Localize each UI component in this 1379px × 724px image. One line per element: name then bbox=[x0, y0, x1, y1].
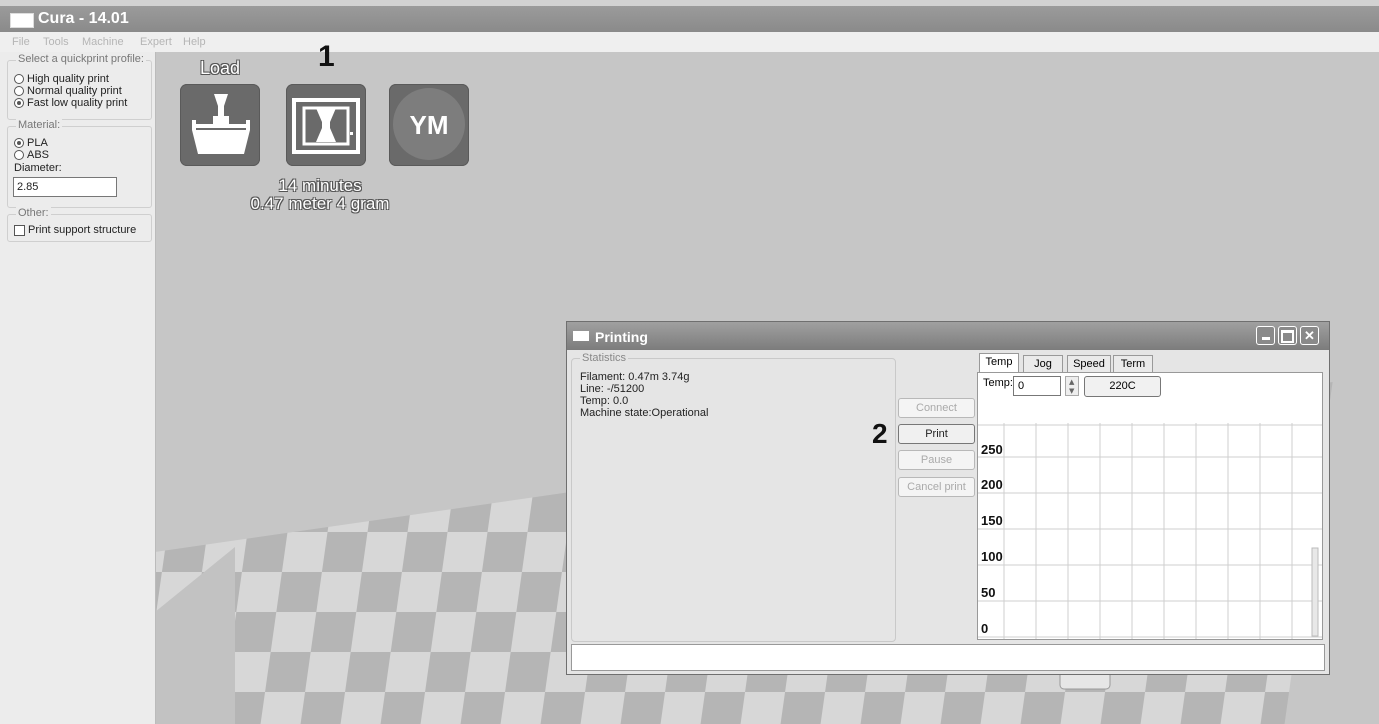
graph-label-50: 50 bbox=[981, 585, 996, 600]
minimize-button[interactable] bbox=[1256, 326, 1275, 345]
other-group-title: Other: bbox=[16, 207, 51, 219]
ym-button[interactable]: YM bbox=[389, 84, 469, 166]
other-group: Other: Print support structure bbox=[7, 207, 152, 242]
radio-label: Fast low quality print bbox=[27, 97, 128, 109]
radio-label: Normal quality print bbox=[27, 85, 122, 97]
dialog-title: Printing bbox=[595, 329, 648, 345]
statistics-panel: Statistics Filament: 0.47m 3.74g Line: -… bbox=[571, 352, 896, 642]
dialog-icon bbox=[573, 331, 589, 341]
close-button[interactable]: ✕ bbox=[1300, 326, 1319, 345]
profile-group-title: Select a quickprint profile: bbox=[16, 53, 146, 65]
radio-button[interactable] bbox=[14, 86, 24, 96]
graph-label-250: 250 bbox=[981, 442, 1003, 457]
menu-machine[interactable]: Machine bbox=[82, 36, 124, 48]
close-icon: ✕ bbox=[1304, 328, 1315, 343]
print-nozzle-icon bbox=[292, 98, 360, 154]
radio-label: PLA bbox=[27, 137, 48, 149]
window-titlebar: Cura - 14.01 bbox=[0, 6, 1379, 32]
cancel-print-button[interactable]: Cancel print bbox=[898, 477, 975, 497]
tab-term[interactable]: Term bbox=[1113, 355, 1153, 373]
stat-temp: Temp: 0.0 bbox=[580, 395, 629, 407]
temperature-graph bbox=[978, 423, 1322, 639]
load-folder-icon bbox=[192, 94, 250, 154]
radio-pla[interactable]: PLA bbox=[14, 137, 48, 149]
maximize-icon bbox=[1281, 330, 1294, 343]
stat-filament: Filament: 0.47m 3.74g bbox=[580, 371, 690, 383]
radio-fast-low-quality[interactable]: Fast low quality print bbox=[14, 97, 127, 109]
menu-expert[interactable]: Expert bbox=[140, 36, 172, 48]
load-button[interactable] bbox=[180, 84, 260, 166]
window-title: Cura - 14.01 bbox=[38, 10, 129, 27]
spin-down-icon[interactable]: ▼ bbox=[1069, 387, 1074, 395]
status-field bbox=[571, 644, 1325, 671]
material-group: Material: PLA ABS Diameter: 2.85 bbox=[7, 119, 152, 208]
temp-preset-220c-button[interactable]: 220C bbox=[1084, 376, 1161, 397]
connect-button[interactable]: Connect bbox=[898, 398, 975, 418]
statistics-title: Statistics bbox=[580, 352, 629, 364]
spin-up-icon[interactable]: ▲ bbox=[1069, 378, 1074, 386]
menu-bar: File Tools Machine Expert Help bbox=[0, 32, 1379, 52]
print-time-text: 14 minutes bbox=[278, 176, 362, 195]
graph-label-200: 200 bbox=[981, 477, 1003, 492]
radio-button[interactable] bbox=[14, 98, 24, 108]
stat-line: Line: -/51200 bbox=[580, 383, 645, 395]
dialog-titlebar: Printing ✕ bbox=[567, 322, 1329, 350]
menu-tools[interactable]: Tools bbox=[43, 36, 69, 48]
support-label: Print support structure bbox=[28, 224, 137, 236]
printing-dialog: Printing ✕ Statistics Filament: 0.47m 3.… bbox=[566, 321, 1330, 675]
diameter-input[interactable]: 2.85 bbox=[13, 177, 117, 197]
menu-file[interactable]: File bbox=[12, 36, 30, 48]
graph-label-100: 100 bbox=[981, 549, 1003, 564]
radio-button[interactable] bbox=[14, 138, 24, 148]
graph-label-0: 0 bbox=[981, 621, 989, 636]
material-group-title: Material: bbox=[16, 119, 63, 131]
tab-jog[interactable]: Jog bbox=[1023, 355, 1063, 373]
radio-button[interactable] bbox=[14, 74, 24, 84]
temp-input[interactable]: 0 bbox=[1013, 376, 1061, 396]
print-file-button[interactable] bbox=[286, 84, 366, 166]
tab-speed[interactable]: Speed bbox=[1067, 355, 1111, 373]
load-label: Load bbox=[199, 58, 241, 78]
maximize-button[interactable] bbox=[1278, 326, 1297, 345]
annotation-1: 1 bbox=[318, 40, 335, 73]
pause-button[interactable]: Pause bbox=[898, 450, 975, 470]
radio-normal-quality[interactable]: Normal quality print bbox=[14, 85, 122, 97]
graph-scrollbar[interactable] bbox=[1311, 547, 1319, 637]
stat-machine-state: Machine state:Operational bbox=[580, 407, 709, 419]
print-material-text: 0.47 meter 4 gram bbox=[250, 194, 390, 213]
graph-label-150: 150 bbox=[981, 513, 1003, 528]
ym-label: YM bbox=[409, 110, 449, 140]
radio-high-quality[interactable]: High quality print bbox=[14, 73, 109, 85]
radio-label: ABS bbox=[27, 149, 50, 161]
temp-spinner[interactable]: ▲ ▼ bbox=[1065, 376, 1079, 396]
tab-temp[interactable]: Temp bbox=[979, 353, 1019, 373]
app-icon bbox=[10, 13, 34, 28]
support-structure-option[interactable]: Print support structure bbox=[14, 224, 136, 236]
annotation-2: 2 bbox=[872, 418, 888, 449]
print-button[interactable]: Print bbox=[898, 424, 975, 444]
support-checkbox[interactable] bbox=[14, 224, 25, 236]
menu-help[interactable]: Help bbox=[183, 36, 206, 48]
radio-button[interactable] bbox=[14, 150, 24, 160]
diameter-label: Diameter: bbox=[14, 162, 62, 174]
minimize-icon bbox=[1261, 337, 1270, 340]
settings-sidebar: Select a quickprint profile: High qualit… bbox=[0, 52, 156, 724]
profile-group: Select a quickprint profile: High qualit… bbox=[7, 53, 152, 120]
radio-abs[interactable]: ABS bbox=[14, 149, 49, 161]
temp-tab-panel: Temp: 0 ▲ ▼ 220C 250 200 150 100 50 0 bbox=[977, 372, 1323, 640]
temp-label: Temp: bbox=[983, 377, 1013, 389]
radio-label: High quality print bbox=[27, 73, 109, 85]
